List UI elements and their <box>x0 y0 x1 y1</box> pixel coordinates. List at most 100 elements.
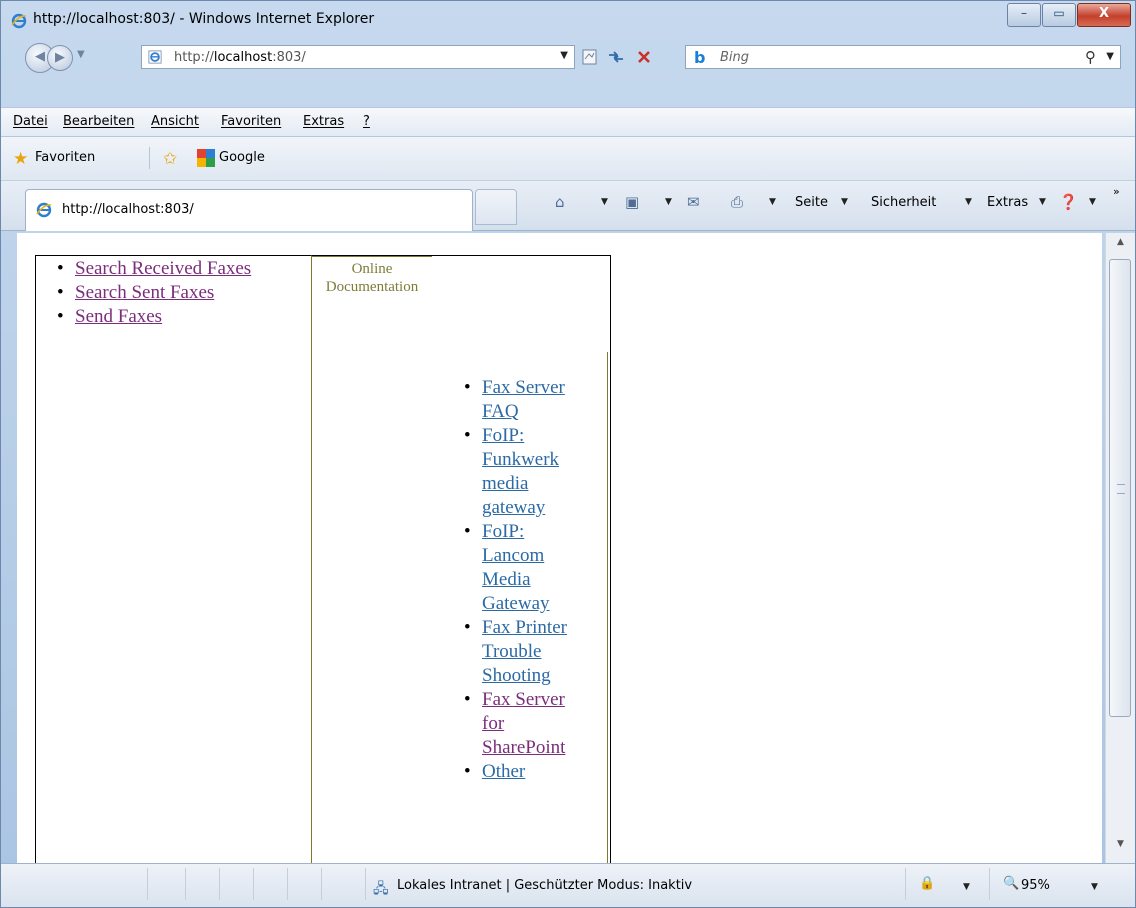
fax-nav-link[interactable]: Search Sent Faxes <box>75 282 214 303</box>
address-url: http://localhost:803/ <box>174 50 306 65</box>
fax-nav-link[interactable]: Send Faxes <box>75 306 162 327</box>
home-icon[interactable]: ⌂ <box>555 193 565 211</box>
search-icon[interactable]: ⚲ <box>1085 48 1096 66</box>
search-dropdown-icon[interactable]: ▼ <box>1106 51 1114 62</box>
documentation-item: Fax Server for SharePoint <box>462 688 602 760</box>
fax-nav-item: Search Received Faxes <box>55 257 295 281</box>
stop-icon[interactable] <box>633 47 655 67</box>
safety-menu-caret-icon: ▼ <box>965 197 972 207</box>
forward-button[interactable]: ▶ <box>47 45 73 71</box>
protected-mode-dropdown-icon[interactable]: ▼ <box>963 882 970 892</box>
favorites-bar: ★ Favoriten ✩ Google <box>1 137 1135 181</box>
status-divider <box>219 868 220 900</box>
minimize-button[interactable]: – <box>1007 3 1041 27</box>
status-divider <box>185 868 186 900</box>
print-dropdown-icon[interactable]: ▼ <box>769 197 776 207</box>
mail-icon[interactable]: ✉ <box>687 193 700 211</box>
scroll-up-icon[interactable]: ▲ <box>1106 237 1135 257</box>
status-bar: 🖧 Lokales Intranet | Geschützter Modus: … <box>1 863 1135 907</box>
more-commands-icon[interactable]: » <box>1113 185 1120 198</box>
favorites-button[interactable]: Favoriten <box>35 150 95 165</box>
history-dropdown-icon[interactable]: ▼ <box>77 49 85 60</box>
scroll-grip <box>1117 484 1125 494</box>
documentation-link-line: Fax Server <box>482 689 565 710</box>
menu-ansicht[interactable]: Ansicht <box>151 114 199 129</box>
close-button[interactable]: X <box>1077 3 1131 27</box>
tab-active[interactable]: http://localhost:803/ <box>25 189 473 231</box>
documentation-frame: Online Documentation Fax ServerFAQFoIP:F… <box>311 255 611 863</box>
menu-favoriten[interactable]: Favoriten <box>221 114 281 129</box>
zoom-level[interactable]: 95% <box>1021 878 1050 893</box>
page-icon <box>148 50 162 64</box>
help-icon[interactable]: ❓ <box>1059 193 1078 211</box>
new-tab-button[interactable] <box>475 189 517 225</box>
status-divider <box>147 868 148 900</box>
documentation-link-line: FAQ <box>482 401 519 422</box>
documentation-link-line: Gateway <box>482 593 550 614</box>
page-menu-button[interactable]: Seite <box>795 195 828 210</box>
menu-datei[interactable]: Datei <box>13 114 48 129</box>
home-dropdown-icon[interactable]: ▼ <box>601 197 608 207</box>
vertical-scrollbar[interactable]: ▲ ▼ <box>1105 233 1135 863</box>
documentation-link-line: Trouble <box>482 641 542 662</box>
tab-title: http://localhost:803/ <box>62 202 194 217</box>
documentation-link-line: media <box>482 473 529 494</box>
documentation-link[interactable]: Fax Server FAQ <box>482 377 565 422</box>
tools-menu-caret-icon: ▼ <box>1039 197 1046 207</box>
page-content: Search Received Faxes Search Sent Faxes Se… <box>17 233 1102 863</box>
documentation-item: Fax Server FAQ <box>462 376 602 424</box>
documentation-heading: Online Documentation <box>312 260 432 296</box>
status-divider <box>321 868 322 900</box>
google-favorite-link[interactable]: Google <box>219 150 265 165</box>
address-dropdown-icon[interactable]: ▼ <box>560 50 568 61</box>
documentation-link[interactable]: FoIP: Lancom Media Gateway <box>482 521 550 614</box>
tools-menu-button[interactable]: Extras <box>987 195 1028 210</box>
menu-extras[interactable]: Extras <box>303 114 344 129</box>
scroll-down-icon[interactable]: ▼ <box>1106 839 1135 859</box>
print-icon[interactable]: ⎙ <box>731 193 743 211</box>
maximize-button[interactable]: ▭ <box>1042 3 1076 27</box>
documentation-link[interactable]: Fax Printer Trouble Shooting <box>482 617 567 686</box>
status-divider <box>989 868 990 900</box>
refresh-icon[interactable] <box>605 47 627 67</box>
compatibility-view-icon[interactable] <box>579 47 601 67</box>
documentation-link-line: gateway <box>482 497 546 518</box>
documentation-link-list: Fax ServerFAQFoIP:FunkwerkmediagatewayFo… <box>462 376 602 784</box>
documentation-link[interactable]: FoIP: Funkwerk media gateway <box>482 425 559 518</box>
documentation-link-line: for <box>482 713 505 734</box>
window-controls: – ▭ X <box>1006 3 1131 27</box>
security-zone-status[interactable]: Lokales Intranet | Geschützter Modus: In… <box>397 878 692 893</box>
documentation-link-line: Lancom <box>482 545 545 566</box>
documentation-link-line: FoIP: <box>482 425 525 446</box>
favorites-star-icon[interactable]: ★ <box>13 149 28 169</box>
fax-nav-link[interactable]: Search Received Faxes <box>75 258 251 279</box>
documentation-link-line: Shooting <box>482 665 551 686</box>
documentation-link[interactable]: Other <box>482 761 525 782</box>
documentation-link[interactable]: Fax Server for SharePoint <box>482 689 565 758</box>
documentation-link-line: Fax Printer <box>482 617 567 638</box>
page-menu-caret-icon: ▼ <box>841 197 848 207</box>
documentation-links-box: Fax ServerFAQFoIP:FunkwerkmediagatewayFo… <box>312 352 608 863</box>
close-icon: X <box>1098 6 1110 21</box>
feeds-dropdown-icon[interactable]: ▼ <box>665 197 672 207</box>
search-field[interactable]: b Bing ⚲ ▼ <box>685 45 1121 69</box>
add-favorite-icon[interactable]: ✩ <box>163 149 177 169</box>
scroll-thumb[interactable] <box>1109 259 1131 717</box>
fax-nav-item: Search Sent Faxes <box>55 281 295 305</box>
zoom-dropdown-icon[interactable]: ▼ <box>1091 882 1098 892</box>
help-dropdown-icon[interactable]: ▼ <box>1089 197 1096 207</box>
protected-mode-icon[interactable]: 🔒 <box>919 876 935 891</box>
feeds-icon[interactable]: ▣ <box>625 193 639 211</box>
documentation-item: Fax Printer Trouble Shooting <box>462 616 602 688</box>
address-field[interactable]: http://localhost:803/ ▼ <box>141 45 575 69</box>
search-placeholder: Bing <box>720 50 750 65</box>
navigation-bar: ◀ ▶ ▼ http://localhost:803/ ▼ b Bing ⚲ ▼ <box>1 39 1135 75</box>
ie-window: http://localhost:803/ - Windows Internet… <box>0 0 1136 908</box>
menu-help[interactable]: ? <box>363 114 370 129</box>
menu-bearbeiten[interactable]: Bearbeiten <box>63 114 134 129</box>
maximize-icon: ▭ <box>1053 6 1065 20</box>
safety-menu-button[interactable]: Sicherheit <box>871 195 936 210</box>
status-divider <box>253 868 254 900</box>
menu-bar: Datei Bearbeiten Ansicht Favoriten Extra… <box>1 107 1135 137</box>
documentation-link-line: Other <box>482 761 526 782</box>
